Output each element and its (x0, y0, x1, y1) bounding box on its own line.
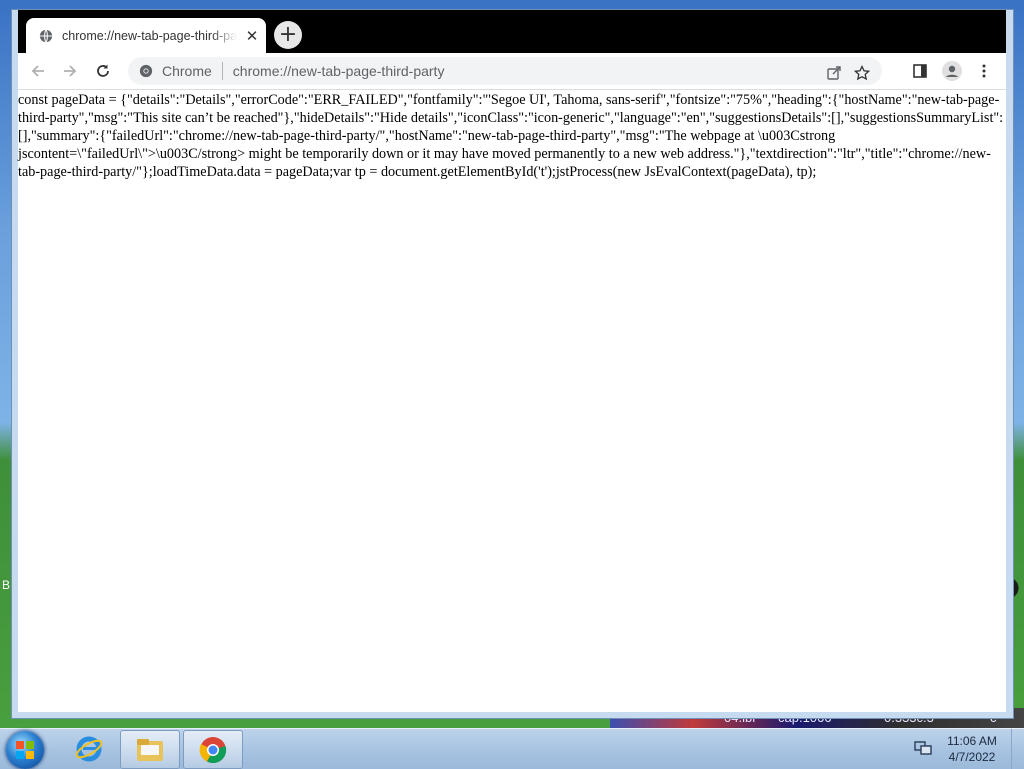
google-chrome-taskbar-button[interactable] (183, 730, 243, 769)
back-arrow-icon[interactable] (24, 57, 52, 85)
chrome-window: chrome://new-tab-page-third-party ✕ + Ch… (12, 10, 1013, 718)
tab-strip: chrome://new-tab-page-third-party ✕ + (18, 10, 1006, 53)
reload-icon[interactable] (89, 57, 117, 85)
omnibox-actions (820, 59, 876, 87)
internet-explorer-icon (75, 736, 103, 761)
page-source-text: const pageData = {"details":"Details","e… (18, 92, 1004, 180)
chrome-site-icon[interactable] (138, 63, 154, 79)
tab-active[interactable]: chrome://new-tab-page-third-party ✕ (26, 18, 266, 53)
folder-icon (137, 738, 163, 761)
show-desktop-button[interactable] (1011, 729, 1024, 769)
omnibox-separator (221, 62, 223, 80)
clock-time: 11:06 AM (947, 734, 997, 748)
kebab-menu-icon[interactable] (970, 57, 998, 85)
start-button[interactable] (6, 731, 44, 769)
internet-explorer-taskbar-button[interactable] (60, 730, 118, 767)
share-icon[interactable] (820, 59, 848, 87)
windows-explorer-taskbar-button[interactable] (120, 730, 180, 769)
star-icon[interactable] (848, 59, 876, 87)
clock-date: 4/7/2022 (948, 750, 996, 764)
page-content: const pageData = {"details":"Details","e… (18, 90, 1006, 710)
forward-arrow-icon[interactable] (56, 57, 84, 85)
chrome-window-frame: chrome://new-tab-page-third-party ✕ + Ch… (18, 10, 1006, 712)
close-icon[interactable]: ✕ (243, 27, 261, 45)
address-bar[interactable]: Chrome chrome://new-tab-page-third-party (128, 57, 882, 85)
taskbar: 11:06 AM 4/7/2022 (0, 728, 1024, 769)
network-icon[interactable] (914, 740, 932, 756)
desktop-letter: B (2, 578, 11, 592)
url-text[interactable]: chrome://new-tab-page-third-party (233, 63, 445, 79)
side-panel-icon[interactable] (906, 57, 934, 85)
new-tab-button[interactable]: + (274, 21, 302, 49)
globe-icon (38, 28, 54, 44)
browser-toolbar: Chrome chrome://new-tab-page-third-party (18, 53, 1006, 90)
site-chip: Chrome (162, 63, 212, 79)
chrome-icon (199, 736, 227, 763)
windows-flag-icon (16, 741, 34, 759)
tab-title: chrome://new-tab-page-third-party (62, 28, 237, 43)
system-clock[interactable]: 11:06 AM 4/7/2022 (940, 733, 1004, 765)
profile-icon[interactable] (938, 57, 966, 85)
